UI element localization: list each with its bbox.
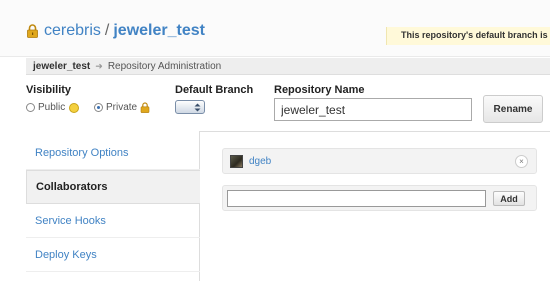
- breadcrumb-page: Repository Administration: [107, 60, 222, 72]
- lock-icon: [27, 24, 38, 38]
- default-branch-select[interactable]: [175, 100, 205, 114]
- default-branch-label: Default Branch: [175, 84, 254, 96]
- remove-collaborator-button[interactable]: ×: [515, 155, 528, 168]
- breadcrumb-repo[interactable]: jeweler_test: [33, 61, 90, 72]
- owner-link[interactable]: cerebris: [44, 22, 101, 40]
- add-collaborator-form: Add: [222, 185, 537, 211]
- radio-public-dot[interactable]: [26, 103, 35, 112]
- radio-private-dot[interactable]: [94, 103, 103, 112]
- repo-header: cerebris / jeweler_test This repository'…: [0, 0, 550, 57]
- select-arrows-icon: [194, 103, 201, 111]
- visibility-public-radio[interactable]: Public: [26, 102, 80, 113]
- sidebar-item-repository-options[interactable]: Repository Options: [26, 136, 200, 170]
- add-collaborator-button[interactable]: Add: [493, 191, 525, 206]
- default-branch-notice: This repository's default branch is em: [386, 27, 550, 45]
- breadcrumb-arrow-icon: ➜: [95, 60, 103, 71]
- collaborator-item: dgeb ×: [222, 148, 537, 174]
- content-divider: [200, 131, 550, 132]
- breadcrumb: jeweler_test ➜ Repository Administration: [26, 58, 550, 75]
- repo-title: cerebris / jeweler_test: [26, 22, 205, 40]
- public-label: Public: [38, 102, 66, 113]
- lock-icon: [140, 102, 150, 113]
- repo-settings-row: Visibility Public Private Default Branch…: [26, 82, 550, 123]
- repository-name-label: Repository Name: [274, 84, 365, 96]
- add-collaborator-input[interactable]: [227, 190, 486, 207]
- repo-name-link[interactable]: jeweler_test: [113, 22, 205, 40]
- visibility-label: Visibility: [26, 84, 72, 96]
- sidebar-item-service-hooks[interactable]: Service Hooks: [26, 204, 200, 238]
- smiley-icon: [69, 102, 80, 113]
- sidebar-item-deploy-keys[interactable]: Deploy Keys: [26, 238, 200, 272]
- repository-name-input[interactable]: [274, 98, 472, 121]
- avatar: [230, 154, 243, 168]
- visibility-private-radio[interactable]: Private: [94, 102, 150, 113]
- rename-button[interactable]: Rename: [483, 95, 543, 123]
- sidebar-item-collaborators[interactable]: Collaborators: [26, 170, 200, 204]
- settings-sidebar: Repository Options Collaborators Service…: [26, 136, 200, 272]
- private-label: Private: [106, 102, 138, 113]
- title-separator: /: [104, 22, 110, 39]
- collaborator-name-link[interactable]: dgeb: [249, 156, 271, 167]
